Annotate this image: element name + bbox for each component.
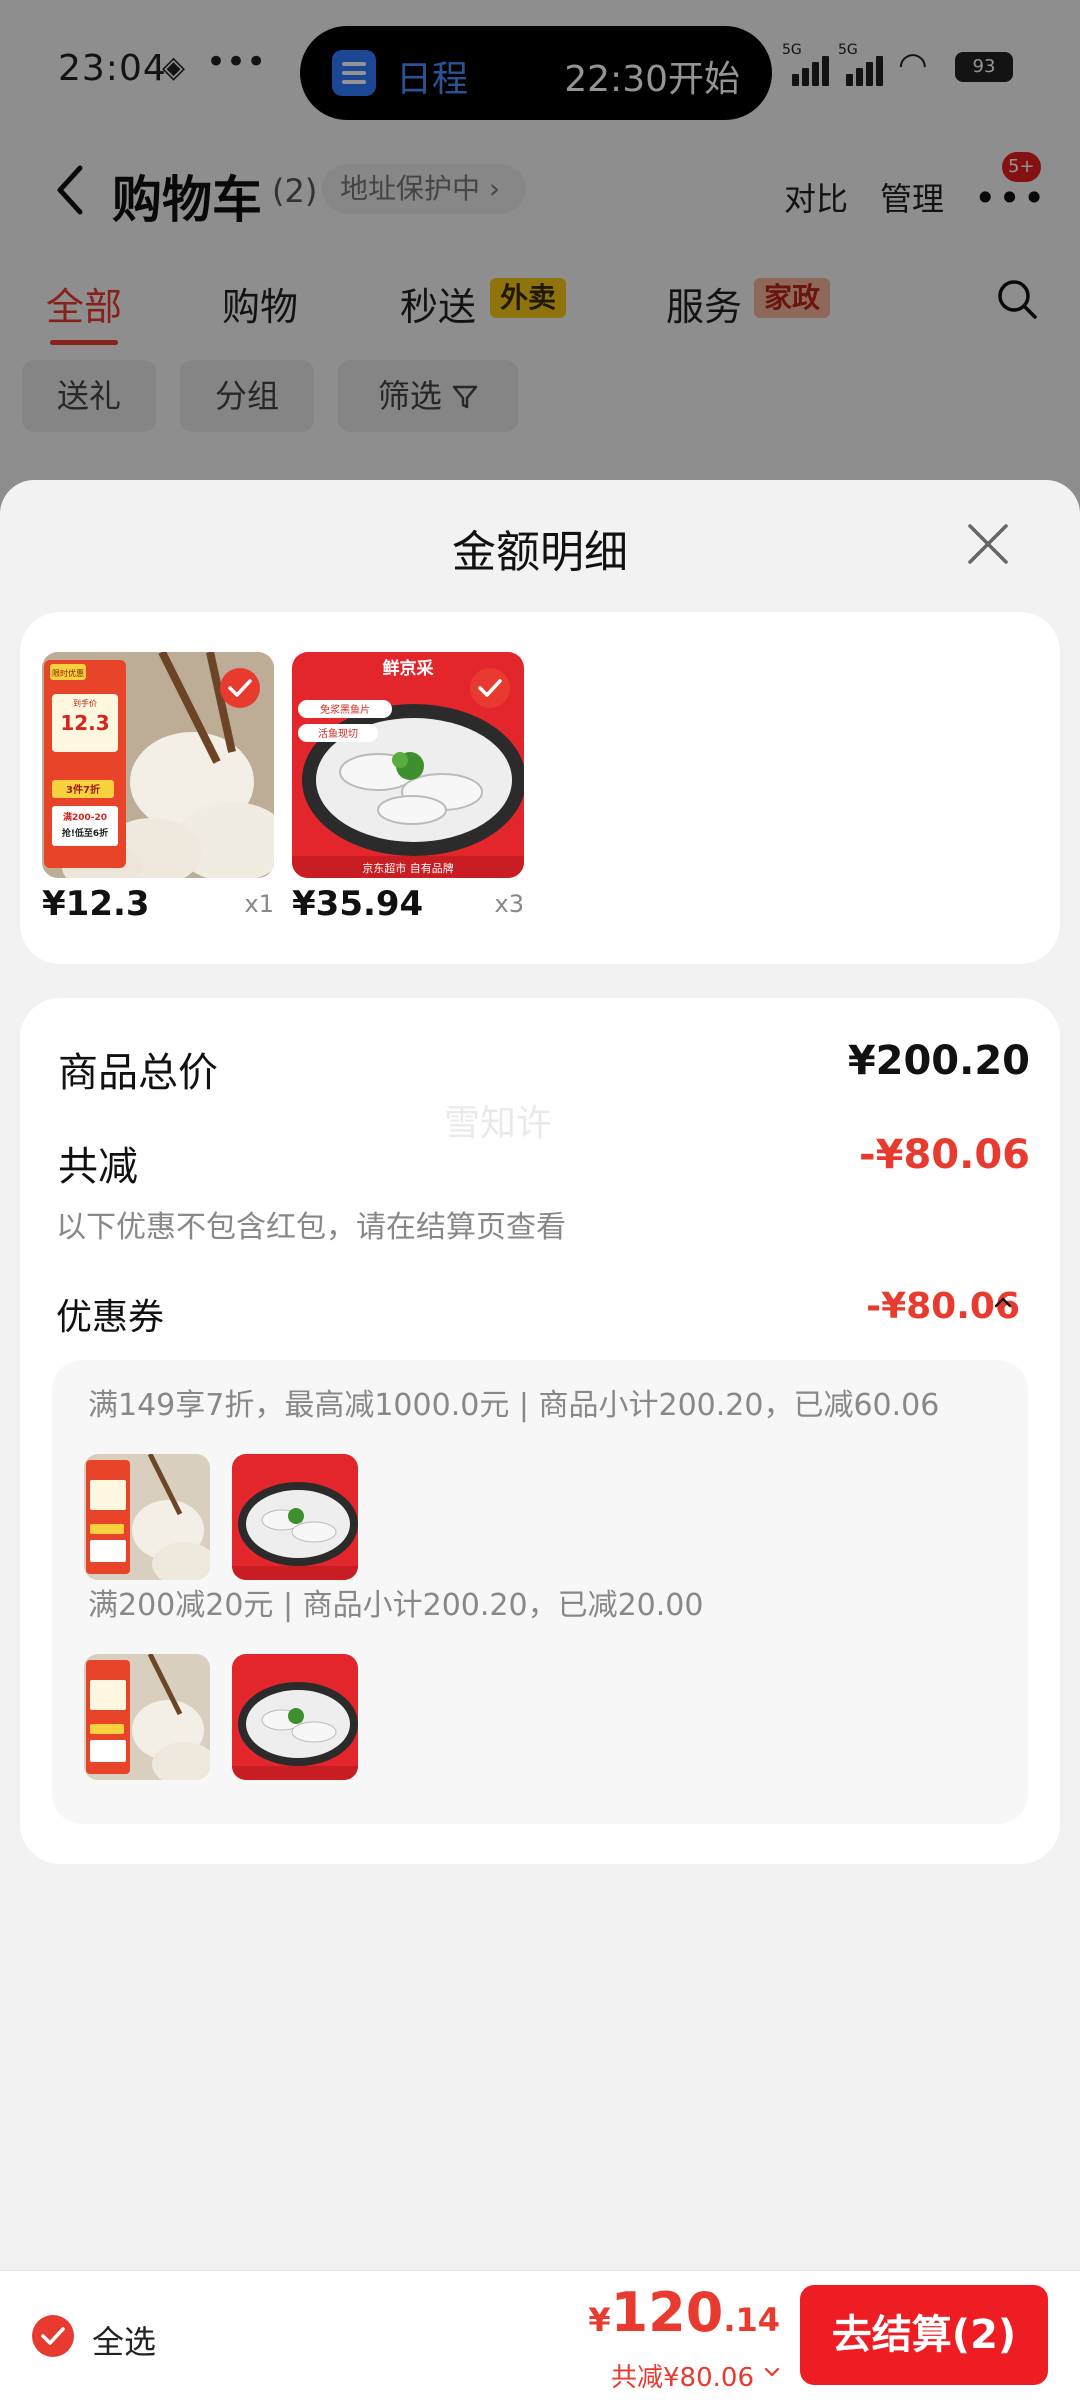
total-decimal: .14 [723, 2301, 780, 2339]
total-price-value: ¥200.20 [847, 1038, 1030, 1084]
coupon-rule-1: 满149享7折，最高减1000.0元 | 商品小计200.20，已减60.06 [88, 1388, 940, 1423]
fish-product-image: 鲜京采 免浆黑鱼片 活鱼现切 京东超市 自有品牌 [292, 652, 524, 878]
chevron-down-icon [764, 2367, 780, 2377]
dumpling-caption-text: 到手价 [73, 698, 97, 708]
checkout-button[interactable]: 去结算(2) [800, 2285, 1048, 2385]
dumpling-coupon-text: 满200-20 [63, 811, 107, 823]
item-price: ¥35.94 [292, 884, 424, 924]
item-checked-icon[interactable] [470, 668, 510, 708]
watermark: 雪知许 [444, 1103, 553, 1144]
coupon-detail-box: 满149享7折，最高减1000.0元 | 商品小计200.20，已减60.06 … [52, 1360, 1028, 1824]
rule1-thumb-fish [232, 1454, 358, 1580]
checkout-bar: 全选 ¥120.14 共减¥80.06 去结算(2) [0, 2270, 1080, 2400]
amount-detail-sheet: 金额明细 限时优惠 到手价 12.3 3件7折 满200-20 抢!低至6折 ¥… [0, 480, 1080, 2270]
total-amount[interactable]: ¥120.14 共减¥80.06 [588, 2281, 780, 2393]
coupon-label: 优惠券 [56, 1297, 165, 1338]
price-detail-card: 商品总价 ¥200.20 雪知许 共减 -¥80.06 以下优惠不包含红包，请在… [20, 998, 1060, 1864]
selected-items-card: 限时优惠 到手价 12.3 3件7折 满200-20 抢!低至6折 ¥12.3 … [20, 612, 1060, 964]
total-saved-note: 共减¥80.06 [611, 2363, 754, 2393]
rule2-thumb-dumpling [84, 1654, 210, 1780]
dumpling-logo-text: 限时优惠 [52, 668, 84, 678]
discount-label: 共减 [58, 1144, 138, 1190]
fish-footer-text: 京东超市 自有品牌 [362, 861, 454, 875]
dumpling-art-price: 12.3 [60, 711, 109, 735]
select-all-checkbox[interactable] [32, 2315, 74, 2357]
select-all-label[interactable]: 全选 [92, 2317, 156, 2363]
item-price: ¥12.3 [42, 884, 150, 924]
discount-value: -¥80.06 [859, 1132, 1030, 1178]
dumpling-coupon-text-2: 抢!低至6折 [62, 827, 108, 839]
currency-symbol: ¥ [588, 2301, 611, 2339]
dumpling-deal-text: 3件7折 [66, 783, 100, 796]
dumpling-product-image: 限时优惠 到手价 12.3 3件7折 满200-20 抢!低至6折 [42, 652, 274, 878]
total-integer: 120 [610, 2281, 724, 2344]
fish-brand-text: 鲜京采 [383, 658, 434, 679]
rule1-thumb-dumpling [84, 1454, 210, 1580]
coupon-toggle[interactable]: -¥80.06 [866, 1286, 1020, 1327]
discount-note: 以下优惠不包含红包，请在结算页查看 [56, 1210, 566, 1245]
chevron-up-icon [994, 1297, 1012, 1308]
total-price: ¥120.14 [588, 2281, 780, 2344]
fish-tag-2: 活鱼现切 [318, 727, 358, 740]
sheet-title: 金额明细 [452, 527, 628, 578]
total-price-label: 商品总价 [58, 1050, 218, 1096]
rule2-thumb-fish [232, 1654, 358, 1780]
item-checked-icon[interactable] [220, 668, 260, 708]
fish-tag-1: 免浆黑鱼片 [320, 703, 370, 716]
close-icon[interactable] [966, 522, 1010, 566]
item-quantity: x1 [244, 890, 274, 918]
coupon-rule-2: 满200减20元 | 商品小计200.20，已减20.00 [88, 1588, 704, 1623]
item-quantity: x3 [494, 890, 524, 918]
